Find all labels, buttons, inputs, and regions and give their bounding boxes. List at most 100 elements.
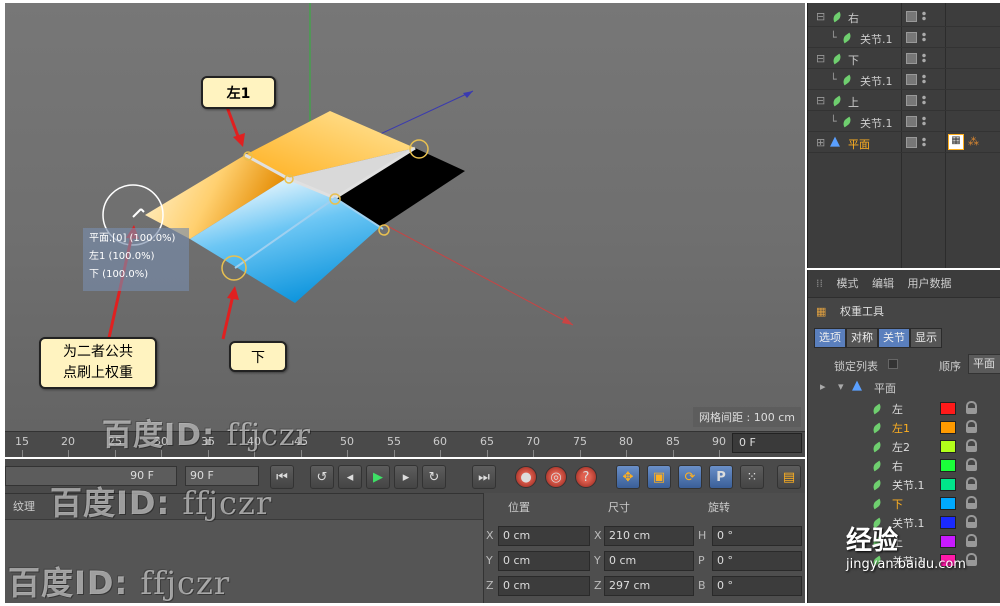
weight-joint-name: 左: [892, 403, 903, 416]
size-header: 尺寸: [608, 501, 630, 514]
coordinates-panel: 位置 尺寸 旋转 X 0 cm X 210 cm H 0 ° Y 0 cm Y …: [483, 493, 805, 603]
position-header: 位置: [508, 501, 530, 514]
watermark: 百度ID: ffjczr: [102, 418, 311, 453]
object-row[interactable]: └ 关节.1: [808, 111, 1000, 132]
object-row[interactable]: └ 关节.1: [808, 27, 1000, 48]
lock-list-checkbox[interactable]: [888, 359, 898, 369]
go-to-start-button[interactable]: ⏮: [270, 465, 294, 489]
rotate-key-button[interactable]: ⟳: [678, 465, 702, 489]
viewport[interactable]: 左1 下 为二者公共 点刷上权重 平面.[0] (100.0%) 左1 (100…: [5, 3, 805, 431]
color-swatch: [940, 497, 956, 510]
move-key-button[interactable]: ✥: [616, 465, 640, 489]
tab-options[interactable]: 选项: [814, 328, 846, 348]
tree-expand-icon[interactable]: ▸: [820, 380, 826, 393]
film-strip-button[interactable]: ▤: [777, 465, 801, 489]
timeline-tick: 75: [573, 435, 587, 448]
object-row[interactable]: ⊟ 下: [808, 48, 1000, 69]
point-level-button[interactable]: ⁙: [740, 465, 764, 489]
visibility-dots-icon: [922, 11, 926, 21]
rewind-button[interactable]: ↺: [310, 465, 334, 489]
rotation-p-field[interactable]: 0 °: [712, 551, 802, 571]
order-select[interactable]: 平面: [968, 354, 1000, 374]
axis-label: Y: [486, 554, 493, 567]
callout-bottom-text: 下: [251, 349, 265, 366]
loop-button[interactable]: ↻: [422, 465, 446, 489]
object-row[interactable]: └ 关节.1: [808, 69, 1000, 90]
tab-display[interactable]: 显示: [910, 328, 942, 348]
menu-edit[interactable]: 编辑: [872, 277, 894, 290]
axis-label: P: [698, 554, 705, 567]
joint-icon: [871, 441, 883, 453]
scale-key-button[interactable]: ▣: [647, 465, 671, 489]
weight-row[interactable]: 左1: [828, 418, 1000, 437]
lock-icon[interactable]: [966, 458, 977, 471]
joint-icon: [831, 95, 843, 107]
tab-symmetry[interactable]: 对称: [846, 328, 878, 348]
lock-icon[interactable]: [966, 515, 977, 528]
step-forward-button[interactable]: ▸: [394, 465, 418, 489]
joint-icon: [831, 11, 843, 23]
lock-icon[interactable]: [966, 420, 977, 433]
timeline-tick: 80: [619, 435, 633, 448]
plane-icon: ▲: [830, 134, 840, 149]
weight-tag-icon[interactable]: ▦: [948, 134, 964, 150]
lock-icon[interactable]: [966, 553, 977, 566]
record-keyframe-button[interactable]: ●: [515, 466, 537, 488]
timeline-tick: 50: [340, 435, 354, 448]
auto-keyframe-button[interactable]: ◎: [545, 466, 567, 488]
tab-joints[interactable]: 关节: [878, 328, 910, 348]
current-frame-field[interactable]: 0 F: [732, 433, 802, 453]
lock-icon[interactable]: [966, 401, 977, 414]
lock-icon[interactable]: [966, 534, 977, 547]
menu-user-data[interactable]: 用户数据: [908, 277, 952, 290]
keyframe-selection-button[interactable]: ?: [575, 466, 597, 488]
joint-icon: [871, 422, 883, 434]
attribute-menu-bar: ⁞⁞ 模式 编辑 用户数据: [808, 270, 1000, 298]
joint-icon: [841, 74, 853, 86]
arrow-to-left1: [225, 106, 241, 140]
param-key-button[interactable]: P: [709, 465, 733, 489]
object-name: 关节.1: [860, 33, 893, 46]
go-to-end-button[interactable]: ⏭: [472, 465, 496, 489]
tree-collapse-icon[interactable]: ▾: [838, 380, 844, 393]
menu-mode[interactable]: 模式: [837, 277, 859, 290]
rotation-h-field[interactable]: 0 °: [712, 526, 802, 546]
lock-icon[interactable]: [966, 496, 977, 509]
lock-icon[interactable]: [966, 439, 977, 452]
skin-tag-icon[interactable]: ⁂: [968, 135, 979, 148]
tooltip-line: 平面.[0] (100.0%): [89, 233, 176, 244]
object-row[interactable]: ⊟ 右: [808, 6, 1000, 27]
joint-icon: [871, 460, 883, 472]
timeline-tick: 60: [433, 435, 447, 448]
weight-row[interactable]: 关节.1: [828, 475, 1000, 494]
object-name: 右: [848, 12, 859, 25]
position-x-field[interactable]: 0 cm: [498, 526, 590, 546]
play-button[interactable]: ▶: [366, 465, 390, 489]
rotation-b-field[interactable]: 0 °: [712, 576, 802, 596]
callout-bottom: 下: [229, 341, 287, 372]
position-z-field[interactable]: 0 cm: [498, 576, 590, 596]
arrow-to-bottom: [221, 294, 235, 340]
loop-icon: ↻: [428, 469, 440, 485]
axis-label: Z: [594, 579, 602, 592]
step-back-button[interactable]: ◂: [338, 465, 362, 489]
layer-tag-icon: [906, 11, 917, 22]
lock-icon[interactable]: [966, 477, 977, 490]
object-row-plane[interactable]: ⊞ ▲ 平面 ▦ ⁂: [808, 132, 1000, 153]
weight-row[interactable]: 下: [828, 494, 1000, 513]
object-row[interactable]: ⊟ 上: [808, 90, 1000, 111]
joint-icon: [841, 32, 853, 44]
size-z-field[interactable]: 297 cm: [604, 576, 694, 596]
weight-row[interactable]: 左: [828, 399, 1000, 418]
size-x-field[interactable]: 210 cm: [604, 526, 694, 546]
size-y-field[interactable]: 0 cm: [604, 551, 694, 571]
texture-tab[interactable]: 纹理: [13, 500, 35, 513]
weight-row[interactable]: 右: [828, 456, 1000, 475]
joint-icon: [871, 498, 883, 510]
z-axis-arrow: [463, 91, 473, 98]
position-y-field[interactable]: 0 cm: [498, 551, 590, 571]
joint-lower-right-marker[interactable]: [378, 224, 390, 236]
weight-row[interactable]: 左2: [828, 437, 1000, 456]
visibility-dots-icon: [922, 95, 926, 105]
layer-tag-icon: [906, 137, 917, 148]
